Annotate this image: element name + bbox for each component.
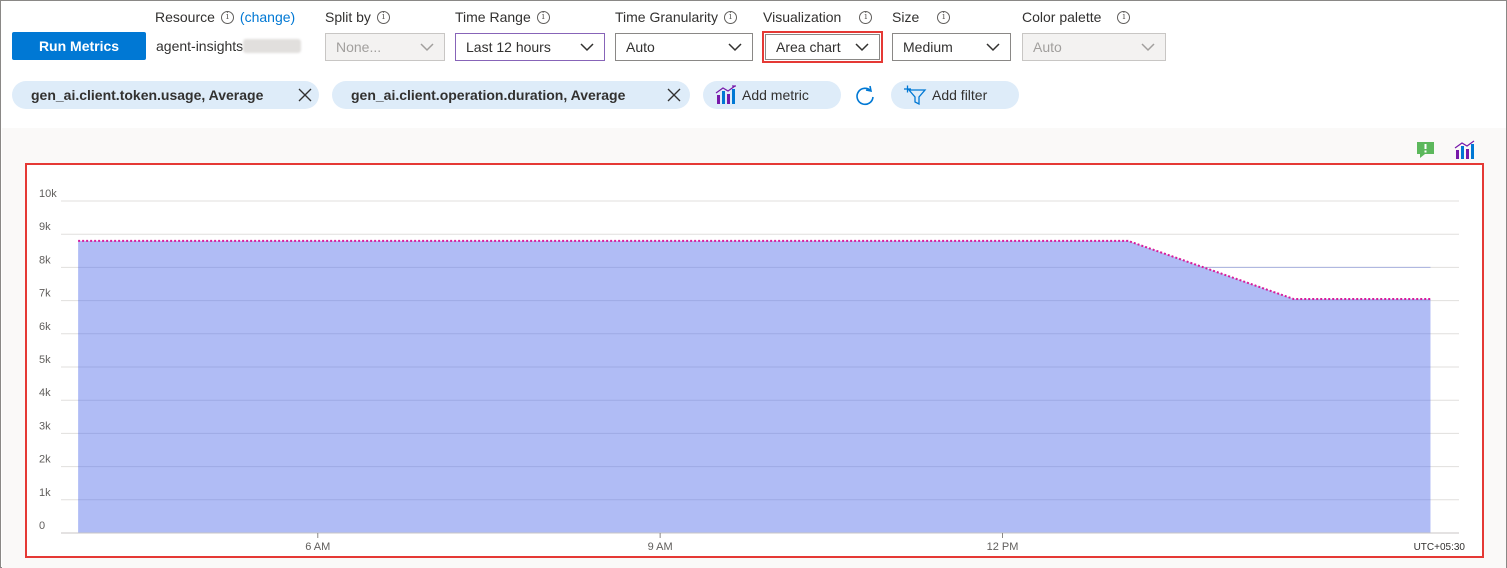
y-tick-label: 3k bbox=[39, 420, 51, 432]
y-tick-label: 5k bbox=[39, 354, 51, 366]
info-icon[interactable]: i bbox=[376, 10, 390, 24]
visualization-label: Visualization bbox=[763, 9, 842, 25]
time-range-value: Last 12 hours bbox=[466, 39, 551, 55]
series-area bbox=[78, 240, 1431, 533]
size-value: Medium bbox=[903, 39, 953, 55]
resource-redacted bbox=[243, 39, 302, 53]
metrics-chart: 0 1k 2k 3k 4k 5k 6k 7k 8k 9k 10k 6 AM 9 AM 12 PM UTC+0… bbox=[25, 163, 1484, 558]
x-tick-label: 6 AM bbox=[305, 541, 330, 553]
y-tick-label: 9k bbox=[39, 221, 51, 233]
add-filter-label: Add filter bbox=[932, 87, 988, 103]
timezone-label: UTC+05:30 bbox=[1414, 542, 1466, 553]
y-tick-label: 7k bbox=[39, 288, 51, 300]
area-chart-svg: 0 1k 2k 3k 4k 5k 6k 7k 8k 9k 10k 6 AM 9 AM 12 PM UTC+0… bbox=[39, 188, 1466, 553]
y-tick-label: 6k bbox=[39, 321, 51, 333]
metric-chip-label: gen_ai.client.token.usage, Average bbox=[31, 87, 264, 103]
metric-chip-label: gen_ai.client.operation.duration, Averag… bbox=[351, 87, 626, 103]
info-icon[interactable]: i bbox=[220, 10, 234, 24]
change-resource-link[interactable]: (change) bbox=[240, 9, 295, 25]
visualization-highlight bbox=[762, 31, 883, 63]
close-icon[interactable] bbox=[298, 88, 312, 102]
add-filter-button[interactable]: Add filter bbox=[891, 81, 1019, 109]
size-label: Size bbox=[892, 9, 920, 25]
chevron-down-icon bbox=[420, 42, 434, 52]
y-tick-label: 10k bbox=[39, 188, 57, 200]
palette-dropdown: Auto bbox=[1022, 33, 1166, 61]
y-tick-label: 4k bbox=[39, 387, 51, 399]
chevron-down-icon bbox=[728, 42, 742, 52]
y-tick-label: 0 bbox=[39, 520, 45, 532]
time-range-dropdown[interactable]: Last 12 hours bbox=[455, 33, 605, 61]
metrics-panel: Run Metrics Resource i (change) agent-in… bbox=[0, 0, 1507, 568]
x-tick-label: 9 AM bbox=[648, 541, 673, 553]
y-tick-label: 8k bbox=[39, 254, 51, 266]
palette-value: Auto bbox=[1033, 39, 1062, 55]
y-tick-label: 1k bbox=[39, 487, 51, 499]
info-icon[interactable]: i bbox=[723, 10, 737, 24]
add-metric-icon bbox=[715, 85, 737, 108]
granularity-label: Time Granularity bbox=[615, 9, 718, 25]
add-metric-label: Add metric bbox=[742, 87, 809, 103]
info-icon[interactable]: i bbox=[536, 10, 550, 24]
palette-label: Color palette bbox=[1022, 9, 1102, 25]
resource-value: agent-insights bbox=[156, 38, 244, 54]
palette-label-group: Color palette i bbox=[1022, 9, 1131, 25]
size-dropdown[interactable]: Medium bbox=[892, 33, 1011, 61]
granularity-dropdown[interactable]: Auto bbox=[615, 33, 753, 61]
info-icon[interactable]: i bbox=[937, 10, 951, 24]
chevron-down-icon bbox=[1141, 42, 1155, 52]
add-filter-icon bbox=[903, 85, 927, 108]
split-by-label-group: Split by i bbox=[325, 9, 390, 25]
chevron-down-icon bbox=[986, 42, 1000, 52]
time-range-label-group: Time Range i bbox=[455, 9, 550, 25]
size-label-group: Size i bbox=[892, 9, 951, 25]
add-metric-button[interactable]: Add metric bbox=[703, 81, 841, 109]
metric-chip-operation-duration[interactable]: gen_ai.client.operation.duration, Averag… bbox=[332, 81, 690, 109]
close-icon[interactable] bbox=[667, 88, 681, 102]
feedback-icon[interactable] bbox=[1416, 141, 1436, 164]
visualization-label-group: Visualization i bbox=[763, 9, 873, 25]
metric-chip-token-usage[interactable]: gen_ai.client.token.usage, Average bbox=[12, 81, 319, 109]
refresh-icon[interactable] bbox=[854, 85, 876, 112]
info-icon[interactable]: i bbox=[859, 10, 873, 24]
split-by-dropdown: None... bbox=[325, 33, 445, 61]
granularity-value: Auto bbox=[626, 39, 655, 55]
info-icon[interactable]: i bbox=[1117, 10, 1131, 24]
split-by-value: None... bbox=[336, 39, 382, 55]
chevron-down-icon bbox=[580, 42, 594, 52]
x-tick-label: 12 PM bbox=[987, 541, 1019, 553]
resource-label: Resource bbox=[155, 9, 215, 25]
split-by-label: Split by bbox=[325, 9, 371, 25]
resource-value-group: agent-insights bbox=[156, 38, 302, 54]
resource-label-group: Resource i (change) bbox=[155, 9, 295, 25]
time-range-label: Time Range bbox=[455, 9, 531, 25]
y-tick-label: 2k bbox=[39, 454, 51, 466]
granularity-label-group: Time Granularity i bbox=[615, 9, 737, 25]
run-metrics-button[interactable]: Run Metrics bbox=[12, 32, 146, 60]
chart-settings-icon[interactable] bbox=[1454, 140, 1476, 165]
